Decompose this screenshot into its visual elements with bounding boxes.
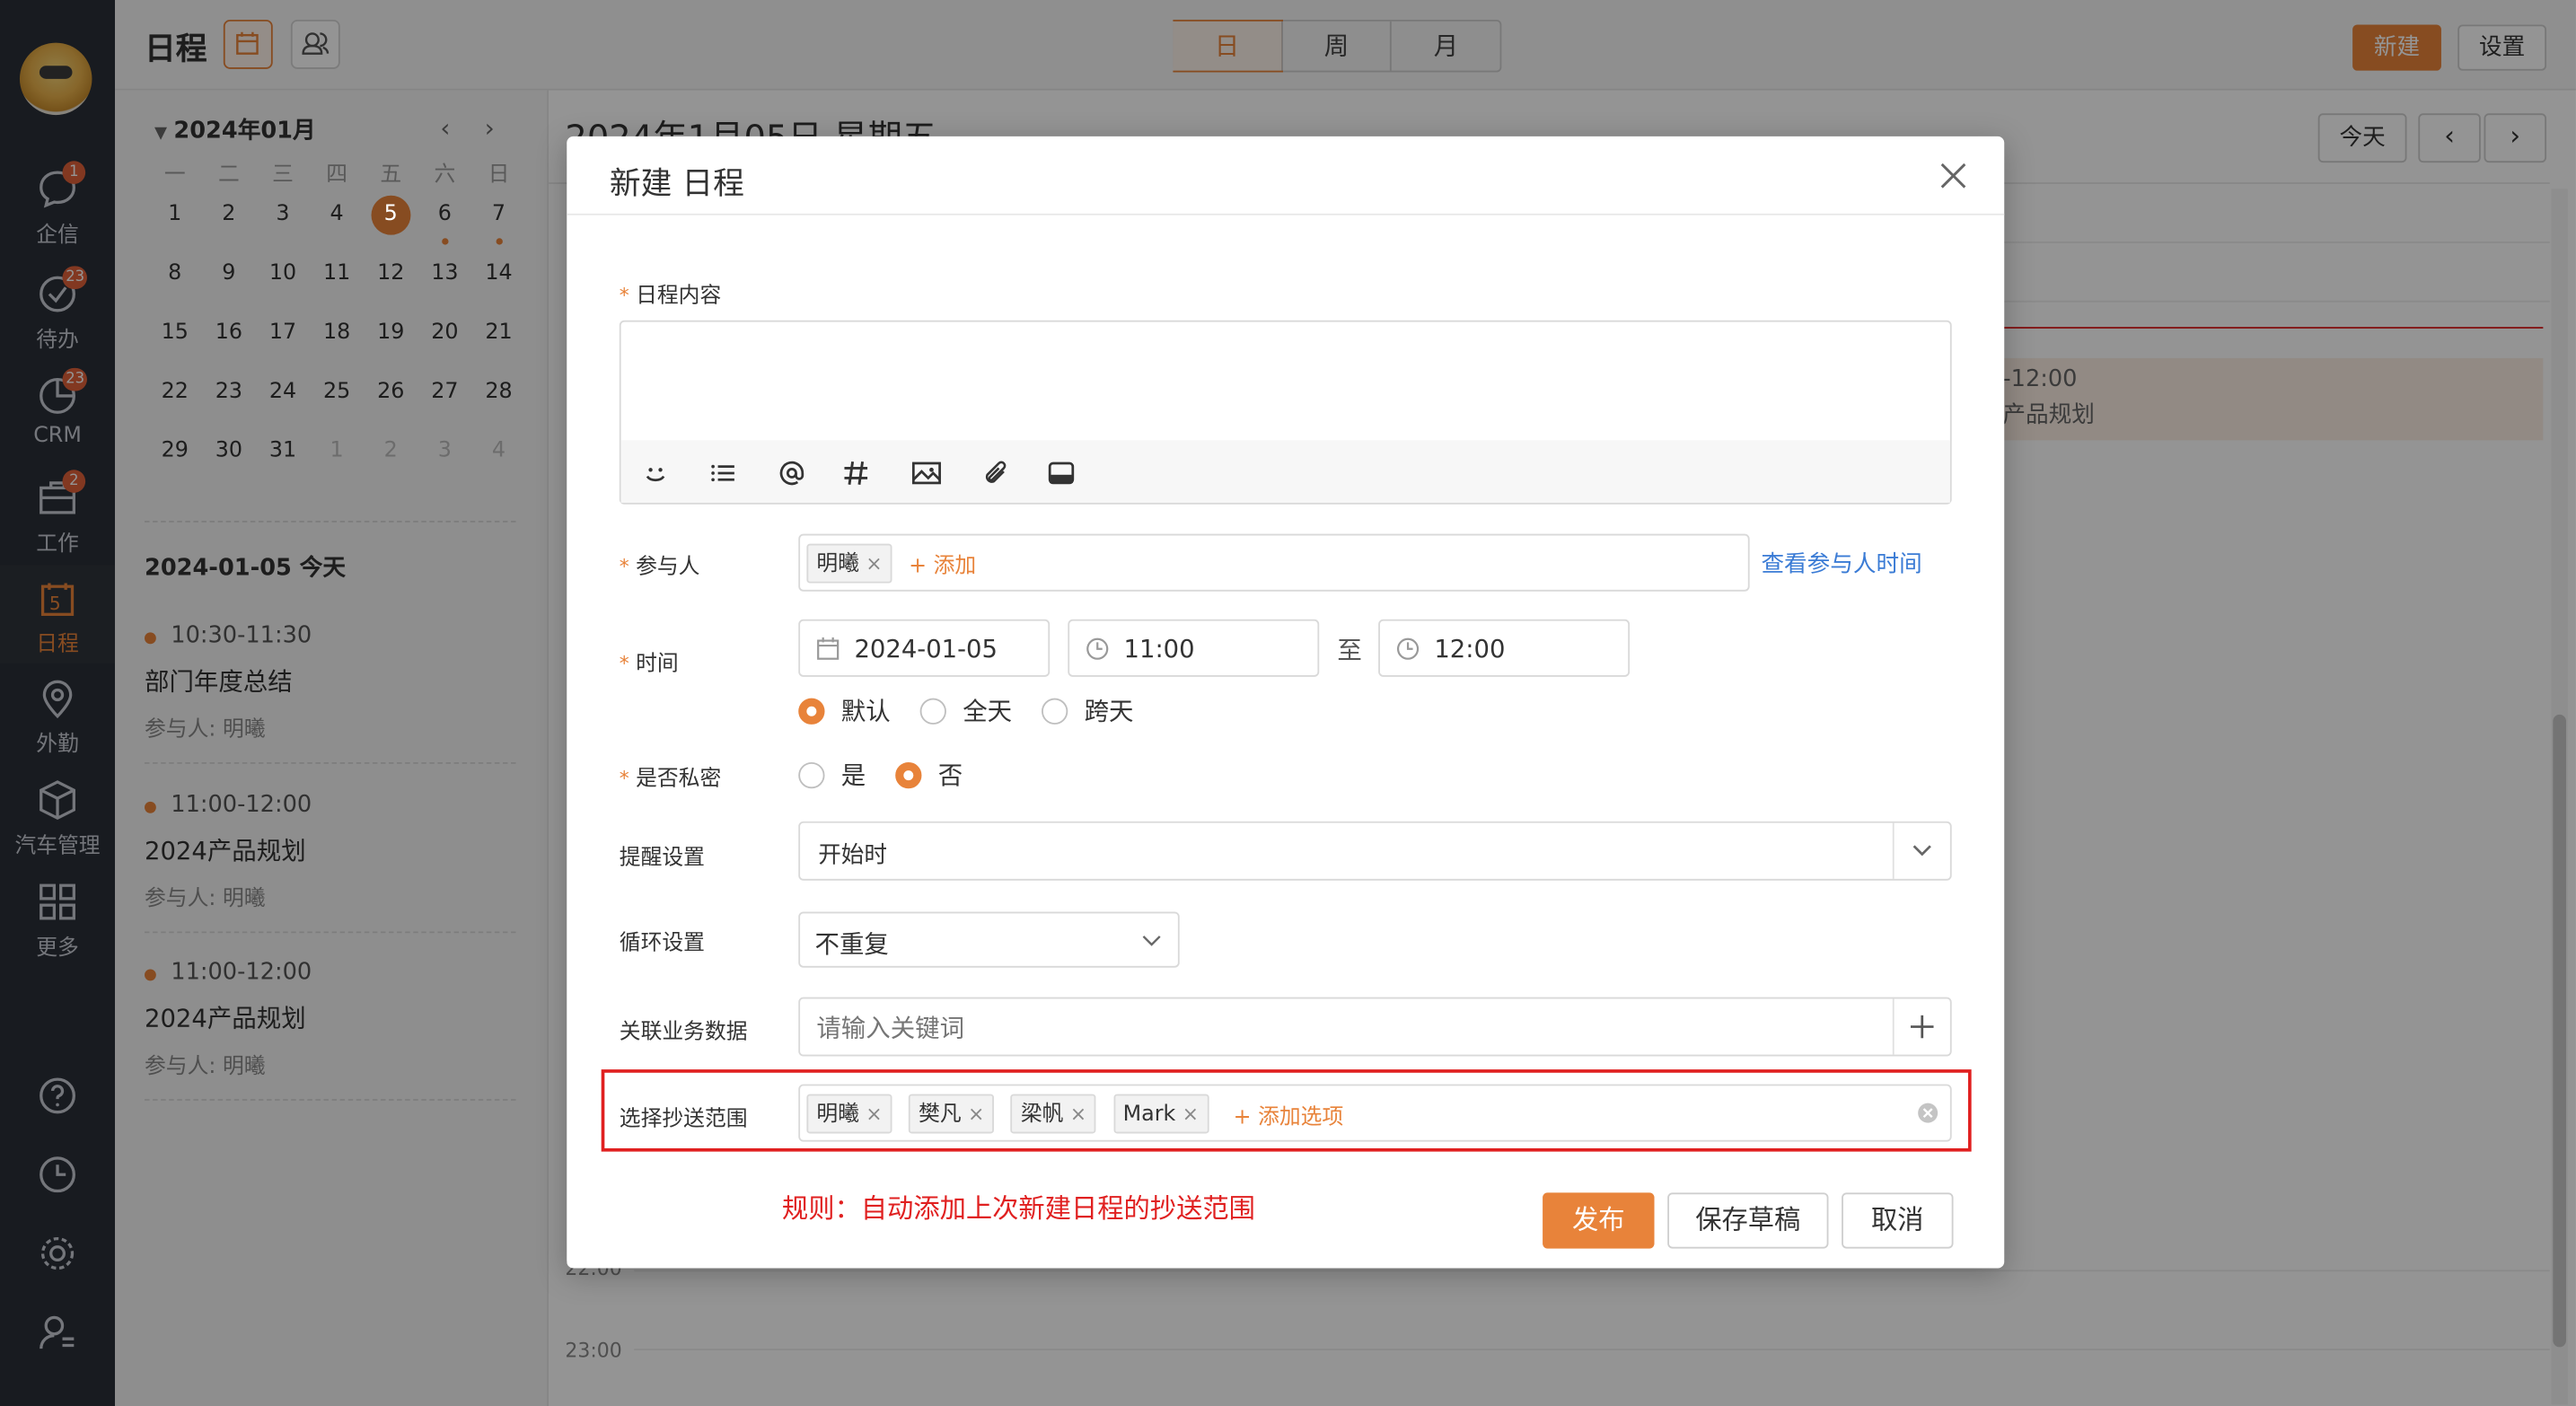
radio-cross-day[interactable]: 跨天 [1042, 693, 1134, 727]
add-related-button[interactable] [1892, 998, 1952, 1055]
remove-tag-icon[interactable]: × [968, 1103, 984, 1126]
tag-label: Mark [1122, 1102, 1176, 1128]
plus-icon [1910, 1015, 1934, 1039]
editor-toolbar [620, 440, 1950, 503]
radio-circle [798, 761, 825, 788]
cc-scope-label: 选择抄送范围 [619, 1107, 748, 1132]
select-arrow-area [1892, 822, 1952, 879]
radio-label: 默认 [840, 696, 891, 726]
content-editor[interactable] [619, 320, 1952, 505]
calendar-icon [817, 637, 840, 660]
participants-label: 参与人 [620, 549, 699, 579]
dialog-title: 新建 日程 [609, 165, 744, 203]
add-option-link[interactable]: + 添加选项 [1234, 1104, 1344, 1129]
clear-icon[interactable] [1917, 1103, 1939, 1124]
hashtag-icon[interactable] [843, 460, 869, 486]
reminder-value: 开始时 [818, 842, 888, 869]
end-time-input[interactable]: 12:00 [1378, 619, 1631, 677]
emoji-icon[interactable] [642, 460, 668, 486]
add-participant-link[interactable]: + 添加 [909, 555, 976, 579]
participants-field[interactable]: 明曦 × + 添加 [798, 533, 1750, 592]
to-label: 至 [1337, 636, 1362, 666]
radio-label: 全天 [963, 696, 1013, 726]
private-label: 是否私密 [620, 760, 721, 791]
cc-scope-field[interactable]: 明曦 × 樊凡 × 梁帆 × Mark × + 添加选项 [798, 1084, 1952, 1142]
related-data-field[interactable] [798, 997, 1952, 1057]
clock-icon [1396, 637, 1420, 660]
close-icon[interactable] [1939, 161, 1968, 190]
remove-tag-icon[interactable]: × [866, 1103, 882, 1126]
chevron-down-icon [1912, 845, 1931, 857]
paperclip-icon[interactable] [982, 460, 1008, 486]
remove-tag-icon[interactable]: × [1070, 1103, 1086, 1126]
image-icon[interactable] [911, 460, 941, 486]
day-number: 5 [383, 202, 398, 227]
remove-tag-icon[interactable]: × [1182, 1103, 1199, 1126]
related-data-label: 关联业务数据 [619, 1020, 748, 1045]
dialog-divider [567, 213, 2005, 215]
radio-private-no[interactable]: 否 [895, 757, 963, 791]
tag-label: 明曦 [816, 551, 859, 577]
tag-label: 明曦 [816, 1102, 859, 1128]
radio-private-yes[interactable]: 是 [798, 757, 866, 791]
radio-circle [919, 697, 946, 724]
date-value: 2024-01-05 [854, 634, 998, 664]
template-icon[interactable] [1048, 460, 1075, 486]
list-icon[interactable] [709, 460, 735, 486]
rule-note: 规则：自动添加上次新建日程的抄送范围 [781, 1192, 1255, 1225]
repeat-label: 循环设置 [619, 931, 705, 956]
radio-circle [798, 697, 825, 724]
clock-icon [1086, 637, 1109, 660]
end-time-value: 12:00 [1434, 634, 1506, 664]
radio-label: 否 [937, 760, 963, 791]
mention-icon[interactable] [778, 460, 804, 486]
view-participant-time-link[interactable]: 查看参与人时间 [1761, 547, 1921, 580]
reminder-select[interactable]: 开始时 [798, 821, 1952, 881]
date-input[interactable]: 2024-01-05 [798, 619, 1051, 677]
radio-label: 跨天 [1084, 696, 1134, 726]
repeat-value: 不重复 [814, 929, 889, 960]
chevron-down-icon [1142, 936, 1161, 946]
time-label: 时间 [620, 646, 679, 676]
content-label: 日程内容 [620, 277, 721, 309]
cancel-button[interactable]: 取消 [1842, 1192, 1954, 1249]
radio-default[interactable]: 默认 [798, 693, 891, 727]
save-draft-button[interactable]: 保存草稿 [1667, 1192, 1829, 1249]
radio-label: 是 [840, 760, 866, 791]
new-schedule-dialog: 新建 日程 日程内容 参与人 明曦 × + 添加 查看参与人时间 时间 2024-… [567, 136, 2005, 1269]
radio-all-day[interactable]: 全天 [919, 693, 1013, 727]
remove-tag-icon[interactable]: × [866, 552, 882, 576]
start-time-value: 11:00 [1123, 634, 1195, 664]
tag-label: 梁帆 [1020, 1102, 1064, 1128]
related-data-input[interactable] [813, 1008, 1872, 1049]
cc-tag: 明曦 × [806, 1094, 892, 1134]
tag-label: 樊凡 [919, 1102, 962, 1128]
publish-button[interactable]: 发布 [1543, 1192, 1655, 1249]
radio-circle [895, 761, 922, 788]
reminder-label: 提醒设置 [619, 846, 705, 871]
cc-tag: 梁帆 × [1010, 1094, 1097, 1134]
participant-tag: 明曦 × [806, 543, 892, 584]
repeat-select[interactable]: 不重复 [798, 911, 1180, 968]
cc-tag: 樊凡 × [909, 1094, 995, 1134]
radio-circle [1042, 697, 1068, 724]
start-time-input[interactable]: 11:00 [1068, 619, 1320, 677]
cc-tag: Mark × [1112, 1094, 1209, 1134]
